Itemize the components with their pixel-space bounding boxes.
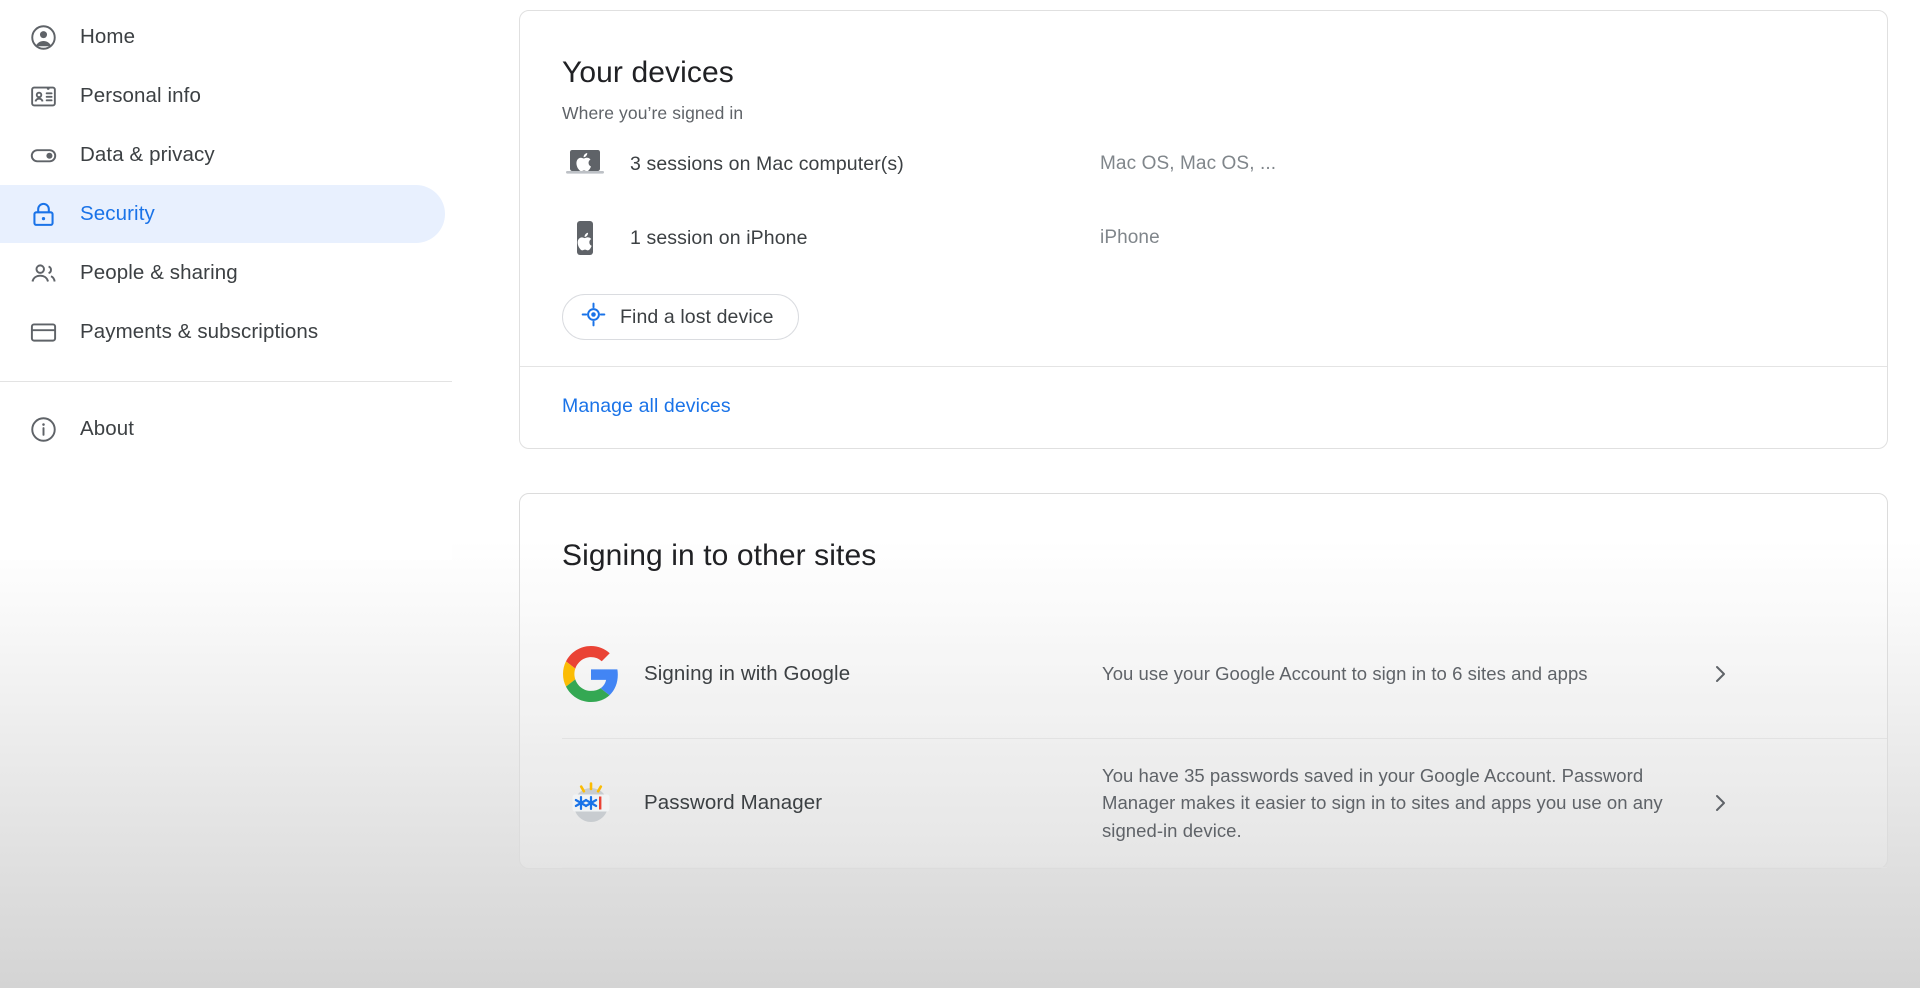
sites-row-divider-bottom	[562, 867, 1887, 868]
page-title: Your devices	[562, 55, 1845, 91]
google-g-icon	[562, 646, 620, 702]
site-name: Signing in with Google	[644, 662, 1102, 686]
sidebar-item-label: People & sharing	[80, 261, 238, 285]
device-name: 3 sessions on Mac computer(s)	[630, 153, 1100, 176]
find-a-lost-device-button[interactable]: Find a lost device	[562, 294, 799, 340]
sidebar-divider	[0, 381, 452, 382]
chevron-right-icon[interactable]	[1700, 662, 1740, 686]
sidebar-item-personal-info[interactable]: Personal info	[0, 67, 452, 125]
sidebar-item-security[interactable]: Security	[0, 185, 445, 243]
device-row[interactable]: 3 sessions on Mac computer(s) Mac OS, Ma…	[520, 130, 1887, 198]
sidebar-item-payments-subscriptions[interactable]: Payments & subscriptions	[0, 303, 452, 361]
id-card-icon	[28, 81, 58, 111]
location-target-icon	[581, 302, 606, 332]
credit-card-icon	[28, 317, 58, 347]
sidebar-item-data-privacy[interactable]: Data & privacy	[0, 126, 452, 184]
sidebar-item-label: Home	[80, 25, 135, 49]
device-os: Mac OS, Mac OS, ...	[1100, 153, 1276, 175]
people-icon	[28, 258, 58, 288]
main-content: Your devices Where you’re signed in 3 se…	[519, 0, 1894, 869]
sidebar-item-label: Security	[80, 202, 155, 226]
sites-card-header: Signing in to other sites	[520, 494, 1887, 574]
device-name: 1 session on iPhone	[630, 227, 1100, 250]
signing-in-to-other-sites-card: Signing in to other sites Signing in wit…	[519, 493, 1888, 869]
sidebar-item-home[interactable]: Home	[0, 8, 452, 66]
sites-card-title: Signing in to other sites	[562, 538, 1845, 574]
password-manager-icon	[562, 775, 620, 831]
your-devices-card: Your devices Where you’re signed in 3 se…	[519, 10, 1888, 449]
device-os: iPhone	[1100, 227, 1160, 249]
sidebar-item-about[interactable]: About	[0, 400, 452, 458]
iphone-icon	[562, 217, 608, 259]
sidebar: Home Personal info Data &	[0, 0, 452, 988]
macbook-icon	[562, 148, 608, 180]
sites-header-spacer	[520, 574, 1887, 610]
account-circle-icon	[28, 22, 58, 52]
device-row[interactable]: 1 session on iPhone iPhone	[520, 204, 1887, 272]
chevron-right-icon[interactable]	[1700, 791, 1740, 815]
site-name: Password Manager	[644, 791, 1102, 815]
sidebar-item-label: Payments & subscriptions	[80, 320, 318, 344]
info-circle-icon	[28, 414, 58, 444]
sidebar-item-label: Personal info	[80, 84, 201, 108]
sidebar-item-label: Data & privacy	[80, 143, 215, 167]
site-description: You have 35 passwords saved in your Goog…	[1102, 762, 1682, 844]
site-description: You use your Google Account to sign in t…	[1102, 660, 1682, 687]
sidebar-item-label: About	[80, 417, 134, 441]
devices-card-header: Your devices Where you’re signed in	[520, 11, 1887, 124]
lock-icon	[28, 199, 58, 229]
site-row-password-manager[interactable]: Password Manager You have 35 passwords s…	[520, 739, 1887, 867]
sidebar-item-people-sharing[interactable]: People & sharing	[0, 244, 452, 302]
toggle-icon	[28, 140, 58, 170]
find-a-lost-device-label: Find a lost device	[620, 306, 774, 329]
manage-all-devices-link[interactable]: Manage all devices	[520, 367, 731, 448]
site-row-signing-in-with-google[interactable]: Signing in with Google You use your Goog…	[520, 610, 1887, 738]
page-root: Home Personal info Data &	[0, 0, 1920, 988]
devices-card-subtitle: Where you’re signed in	[562, 103, 1845, 124]
